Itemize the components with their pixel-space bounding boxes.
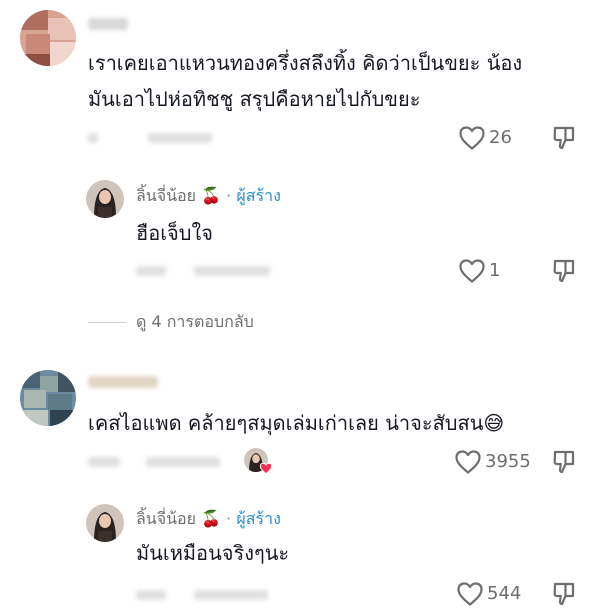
reply-header: ลิ้นจี่น้อย 🍒 · ผู้สร้าง (136, 186, 281, 206)
creator-avatar[interactable] (86, 504, 124, 542)
comment-text: เราเคยเอาแหวนทองครึ่งสลึงทิ้ง คิดว่าเป็น… (88, 51, 523, 75)
cherry-icon: 🍒 (201, 186, 222, 205)
cherry-icon: 🍒 (201, 509, 222, 528)
commenter-name[interactable] (88, 376, 158, 388)
heart-filled-icon (259, 460, 273, 479)
like-button[interactable]: 544 (456, 581, 536, 607)
comment-text: มันเอาไปห่อทิชชู สรุปคือหายไปกับขยะ (88, 87, 421, 111)
like-count: 1 (489, 260, 501, 281)
separator: · (226, 509, 232, 528)
separator: · (226, 186, 232, 205)
creator-name[interactable]: ลิ้นจี่น้อย (136, 186, 196, 205)
replies-divider (88, 322, 126, 323)
reply-button[interactable] (194, 590, 268, 600)
reply-button[interactable] (148, 133, 212, 143)
view-replies-button[interactable]: ดู 4 การตอบกลับ (136, 311, 254, 333)
creator-liked-indicator (244, 448, 274, 476)
comment-text: เคสไอแพด คล้ายๆสมุดเล่มเก่าเลย น่าจะสับส… (88, 411, 505, 435)
reply-button[interactable] (146, 457, 220, 467)
like-button[interactable]: 26 (458, 125, 518, 151)
dislike-icon[interactable] (552, 449, 576, 479)
comment-date (88, 457, 120, 467)
like-button[interactable]: 3955 (454, 449, 534, 475)
commenter-avatar[interactable] (20, 370, 76, 426)
heart-outline-icon (456, 581, 484, 611)
heart-outline-icon (458, 258, 486, 288)
creator-avatar[interactable] (86, 180, 124, 218)
reply-header: ลิ้นจี่น้อย 🍒 · ผู้สร้าง (136, 509, 281, 529)
dislike-icon[interactable] (552, 581, 576, 611)
reply-text: ฮือเจ็บใจ (136, 221, 213, 245)
like-count: 544 (487, 583, 522, 604)
creator-badge: ผู้สร้าง (236, 509, 281, 528)
like-button[interactable]: 1 (458, 258, 508, 284)
commenter-avatar[interactable] (20, 10, 76, 66)
dislike-icon[interactable] (552, 125, 576, 155)
dislike-icon[interactable] (552, 258, 576, 288)
commenter-name[interactable] (88, 18, 128, 30)
reply-date (136, 266, 166, 276)
heart-outline-icon (454, 449, 482, 479)
like-count: 26 (489, 127, 512, 148)
reply-date (136, 590, 166, 600)
comment-date (88, 133, 98, 143)
creator-name[interactable]: ลิ้นจี่น้อย (136, 509, 196, 528)
heart-outline-icon (458, 125, 486, 155)
like-count: 3955 (485, 451, 531, 472)
creator-badge: ผู้สร้าง (236, 186, 281, 205)
reply-text: มันเหมือนจริงๆนะ (136, 541, 290, 565)
reply-button[interactable] (194, 266, 270, 276)
